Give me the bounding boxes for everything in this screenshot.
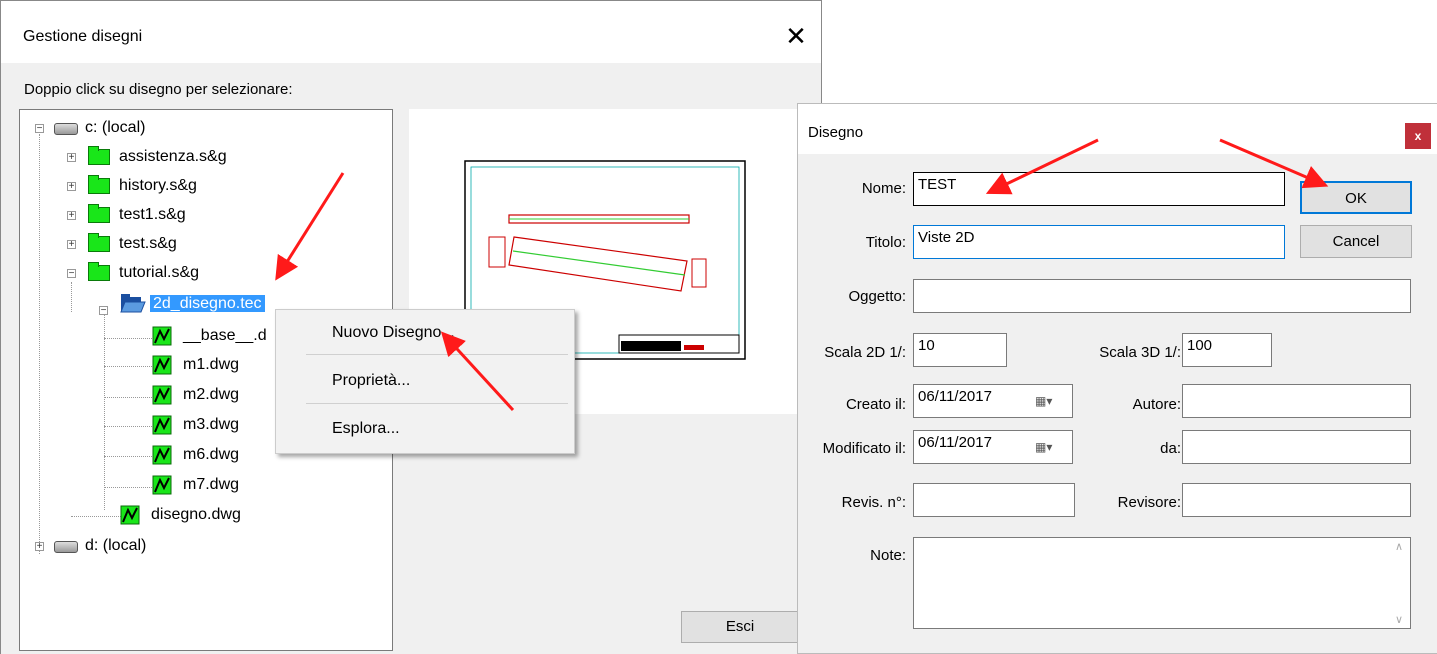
tree-node-file[interactable]: disegno.dwg xyxy=(148,503,244,527)
folder-icon xyxy=(88,233,110,252)
oggetto-label: Oggetto: xyxy=(848,288,906,305)
collapse-toggle[interactable]: − xyxy=(67,269,76,279)
revisore-label: Revisore: xyxy=(1117,494,1181,511)
scala3d-label: Scala 3D 1/: xyxy=(1099,344,1181,361)
tree-node-label: m1.dwg xyxy=(183,356,240,373)
dialog-title: Disegno xyxy=(808,124,864,141)
da-field[interactable] xyxy=(1182,430,1411,464)
tree-node-label: d: (local) xyxy=(85,537,147,554)
tree-node-d-drive[interactable]: d: (local) xyxy=(82,534,149,558)
drawing-file-icon xyxy=(152,445,172,465)
menu-item-properties[interactable]: Proprietà... xyxy=(276,366,574,396)
scala2d-field[interactable]: 10 xyxy=(913,333,1007,367)
folder-icon xyxy=(88,262,110,281)
folder-icon xyxy=(88,146,110,165)
tree-node-label: m3.dwg xyxy=(183,416,240,433)
tree-node-file[interactable]: m7.dwg xyxy=(180,473,242,497)
context-menu: Nuovo Disegno... Proprietà... Esplora... xyxy=(275,309,575,454)
expand-toggle[interactable]: + xyxy=(67,240,76,250)
tree-node-label: tutorial.s&g xyxy=(119,264,200,281)
disegno-dialog: Disegno x Nome: TEST OK Cancel Titolo: V… xyxy=(797,103,1437,654)
tree-node-folder[interactable]: tutorial.s&g xyxy=(116,261,202,285)
scala2d-label: Scala 2D 1/: xyxy=(824,344,906,361)
modificato-label: Modificato il: xyxy=(822,440,906,457)
folder-icon xyxy=(88,204,110,223)
drive-icon xyxy=(54,123,78,135)
menu-separator xyxy=(306,354,568,355)
expand-toggle[interactable]: + xyxy=(67,182,76,192)
dialog-title: Gestione disegni xyxy=(23,28,143,45)
nome-field[interactable]: TEST xyxy=(913,172,1285,206)
tree-node-c-drive[interactable]: c: (local) xyxy=(82,116,148,140)
close-icon[interactable]: ✕ xyxy=(779,19,813,53)
folder-icon xyxy=(88,175,110,194)
autore-field[interactable] xyxy=(1182,384,1411,418)
da-label: da: xyxy=(1160,440,1181,457)
drawing-file-icon xyxy=(152,415,172,435)
oggetto-field[interactable] xyxy=(913,279,1411,313)
tree-node-label: assistenza.s&g xyxy=(119,148,227,165)
exit-button[interactable]: Esci xyxy=(681,611,799,643)
creato-label: Creato il: xyxy=(845,396,906,413)
note-label: Note: xyxy=(870,547,906,564)
tree-node-selected[interactable]: 2d_disegno.tec xyxy=(150,292,265,316)
tree-node-file[interactable]: m1.dwg xyxy=(180,353,242,377)
drive-icon xyxy=(54,541,78,553)
instruction-label: Doppio click su disegno per selezionare: xyxy=(24,81,293,98)
titolo-label: Titolo: xyxy=(865,234,906,251)
expand-toggle[interactable]: + xyxy=(67,211,76,221)
tree-node-label: __base__.d xyxy=(183,327,267,344)
tree-node-label: test.s&g xyxy=(119,235,177,252)
modificato-date-value: 06/11/2017 xyxy=(918,434,992,451)
calendar-dropdown-icon[interactable]: ▦▾ xyxy=(1035,390,1063,412)
revis-field[interactable] xyxy=(913,483,1075,517)
tree-node-label: m7.dwg xyxy=(183,476,240,493)
drawing-file-icon xyxy=(152,475,172,495)
tree-node-label: c: (local) xyxy=(85,119,146,136)
scroll-down-icon[interactable]: ∨ xyxy=(1391,613,1407,626)
revisore-field[interactable] xyxy=(1182,483,1411,517)
menu-item-new-drawing[interactable]: Nuovo Disegno... xyxy=(276,318,574,348)
revis-label: Revis. n°: xyxy=(841,494,906,511)
note-scrollbar[interactable]: ∧ ∨ xyxy=(1391,540,1407,626)
tree-node-label: history.s&g xyxy=(119,177,197,194)
creato-date-value: 06/11/2017 xyxy=(918,388,992,405)
cancel-button[interactable]: Cancel xyxy=(1300,225,1412,258)
expand-toggle[interactable]: + xyxy=(35,542,44,552)
nome-label: Nome: xyxy=(861,180,906,197)
autore-label: Autore: xyxy=(1132,396,1181,413)
tree-node-file[interactable]: m2.dwg xyxy=(180,383,242,407)
tree-node-label: 2d_disegno.tec xyxy=(150,295,265,312)
tree-node-folder[interactable]: assistenza.s&g xyxy=(116,145,230,169)
scroll-up-icon[interactable]: ∧ xyxy=(1391,540,1407,553)
title-bar xyxy=(798,104,1437,154)
tree-node-folder[interactable]: test1.s&g xyxy=(116,203,189,227)
drawing-file-icon xyxy=(152,355,172,375)
tree-node-label: disegno.dwg xyxy=(151,506,241,523)
tree-node-file[interactable]: m6.dwg xyxy=(180,443,242,467)
drawing-file-icon xyxy=(152,385,172,405)
tree-node-label: m2.dwg xyxy=(183,386,240,403)
ok-button[interactable]: OK xyxy=(1300,181,1412,214)
collapse-toggle[interactable]: − xyxy=(35,124,44,134)
titolo-field[interactable]: Viste 2D xyxy=(913,225,1285,259)
menu-item-explore[interactable]: Esplora... xyxy=(276,414,574,444)
open-folder-icon xyxy=(120,294,146,313)
tree-node-folder[interactable]: test.s&g xyxy=(116,232,180,256)
scala3d-field[interactable]: 100 xyxy=(1182,333,1272,367)
tree-node-folder[interactable]: history.s&g xyxy=(116,174,200,198)
drawing-file-icon xyxy=(120,505,140,525)
tree-node-label: test1.s&g xyxy=(119,206,186,223)
tree-node-label: m6.dwg xyxy=(183,446,240,463)
tree-node-file[interactable]: __base__.d xyxy=(180,324,270,348)
tree-node-file[interactable]: m3.dwg xyxy=(180,413,242,437)
menu-separator xyxy=(306,403,568,404)
note-textarea[interactable] xyxy=(913,537,1411,629)
expand-toggle[interactable]: + xyxy=(67,153,76,163)
close-icon[interactable]: x xyxy=(1405,123,1431,149)
drawing-file-icon xyxy=(152,326,172,346)
calendar-dropdown-icon[interactable]: ▦▾ xyxy=(1035,436,1063,458)
collapse-toggle[interactable]: − xyxy=(99,306,108,316)
